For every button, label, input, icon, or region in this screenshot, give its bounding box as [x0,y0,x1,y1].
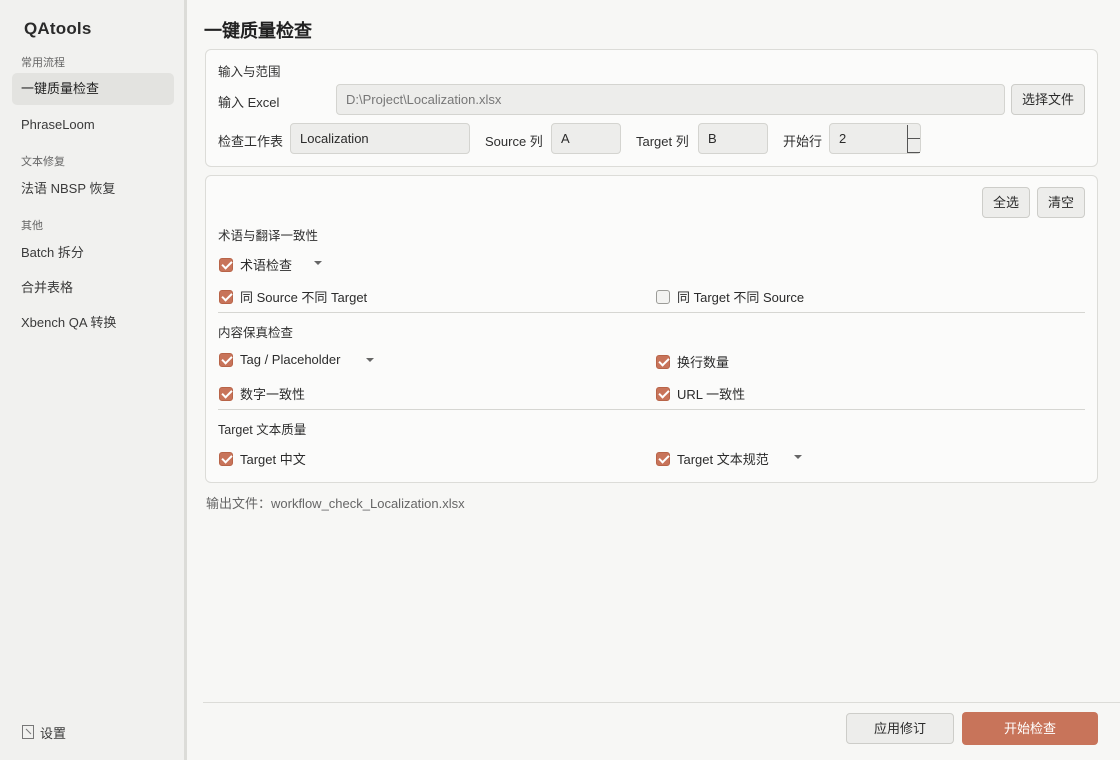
check-number-consistency[interactable]: 数字一致性 [219,384,305,403]
excel-path-field[interactable]: D:\Project\Localization.xlsx [336,84,1005,115]
checkbox-icon[interactable] [656,451,670,466]
check-label: Tag / Placeholder [240,352,341,367]
source-column-label: Source 列 [485,134,543,149]
checkbox-icon[interactable] [656,354,670,369]
sheet-label: 检查工作表 [218,134,284,149]
settings-button[interactable]: 设置 [22,722,66,742]
checkbox-icon[interactable] [656,386,670,401]
checkbox-icon[interactable] [219,257,233,272]
check-label: 换行数量 [677,355,730,370]
group-title-fidelity: 内容保真检查 [218,326,294,340]
check-label: Target 中文 [240,452,306,467]
check-same-source-diff-target[interactable]: 同 Source 不同 Target [219,287,367,306]
output-file-label: 输出文件：workflow_check_Localization.xlsx [206,496,465,511]
spin-buttons[interactable] [907,125,921,153]
checks-panel [205,175,1098,483]
excel-label: 输入 Excel [218,95,280,110]
app-title: QAtools [24,19,92,38]
check-label: 同 Source 不同 Target [240,290,368,305]
chevron-down-icon[interactable] [314,261,322,265]
sidebar-section-other: 其他 [21,220,43,232]
chevron-down-icon[interactable] [794,455,802,459]
sidebar-divider [184,0,187,760]
clear-button[interactable]: 清空 [1037,187,1085,218]
select-all-button[interactable]: 全选 [982,187,1030,218]
check-tag-placeholder[interactable]: Tag / Placeholder [219,352,340,367]
apply-revisions-button[interactable]: 应用修订 [846,713,954,744]
checkbox-icon[interactable] [219,289,233,304]
sidebar-section-text-repair: 文本修复 [21,156,65,168]
source-column-field[interactable]: A [551,123,621,154]
target-column-label: Target 列 [636,134,689,149]
check-label: 同 Target 不同 Source [677,290,805,305]
check-line-break-count[interactable]: 换行数量 [656,352,729,371]
check-target-text-norms[interactable]: Target 文本规范 [656,449,769,468]
check-label: 数字一致性 [240,387,306,402]
checkbox-icon[interactable] [219,352,233,367]
check-terminology[interactable]: 术语检查 [219,255,292,274]
check-label: Target 文本规范 [677,452,769,467]
sidebar-item-phraseloom[interactable]: PhraseLoom [12,109,174,141]
check-target-chinese[interactable]: Target 中文 [219,449,306,468]
group-title-terminology: 术语与翻译一致性 [218,229,319,243]
input-panel-title: 输入与范围 [218,65,281,79]
sidebar: QAtools 常用流程 一键质量检查 PhraseLoom 文本修复 法语 N… [0,0,184,760]
sidebar-item-quality-check[interactable]: 一键质量检查 [12,73,174,105]
group-divider [218,312,1085,313]
checkbox-icon[interactable] [656,289,670,304]
sidebar-item-nbsp-restore[interactable]: 法语 NBSP 恢复 [12,173,174,205]
chevron-down-icon[interactable] [366,358,374,362]
start-check-button[interactable]: 开始检查 [962,712,1098,745]
sidebar-item-merge-tables[interactable]: 合并表格 [12,272,174,304]
group-title-target-quality: Target 文本质量 [218,423,307,437]
group-divider [218,409,1085,410]
sidebar-section-common: 常用流程 [21,57,65,69]
check-url-consistency[interactable]: URL 一致性 [656,384,745,403]
settings-label: 设置 [40,725,67,741]
check-label: URL 一致性 [677,387,746,402]
page-title: 一键质量检查 [204,21,312,41]
sidebar-item-batch-split[interactable]: Batch 拆分 [12,237,174,269]
footer-divider [203,702,1120,703]
target-column-field[interactable]: B [698,123,768,154]
checkbox-icon[interactable] [219,386,233,401]
choose-file-button[interactable]: 选择文件 [1011,84,1085,115]
checkbox-icon[interactable] [219,451,233,466]
sidebar-item-xbench-convert[interactable]: Xbench QA 转换 [12,307,174,339]
check-same-target-diff-source[interactable]: 同 Target 不同 Source [656,287,804,306]
sheet-field[interactable]: Localization [290,123,470,154]
start-row-label: 开始行 [783,134,823,149]
settings-icon [22,725,34,739]
check-label: 术语检查 [240,258,293,273]
